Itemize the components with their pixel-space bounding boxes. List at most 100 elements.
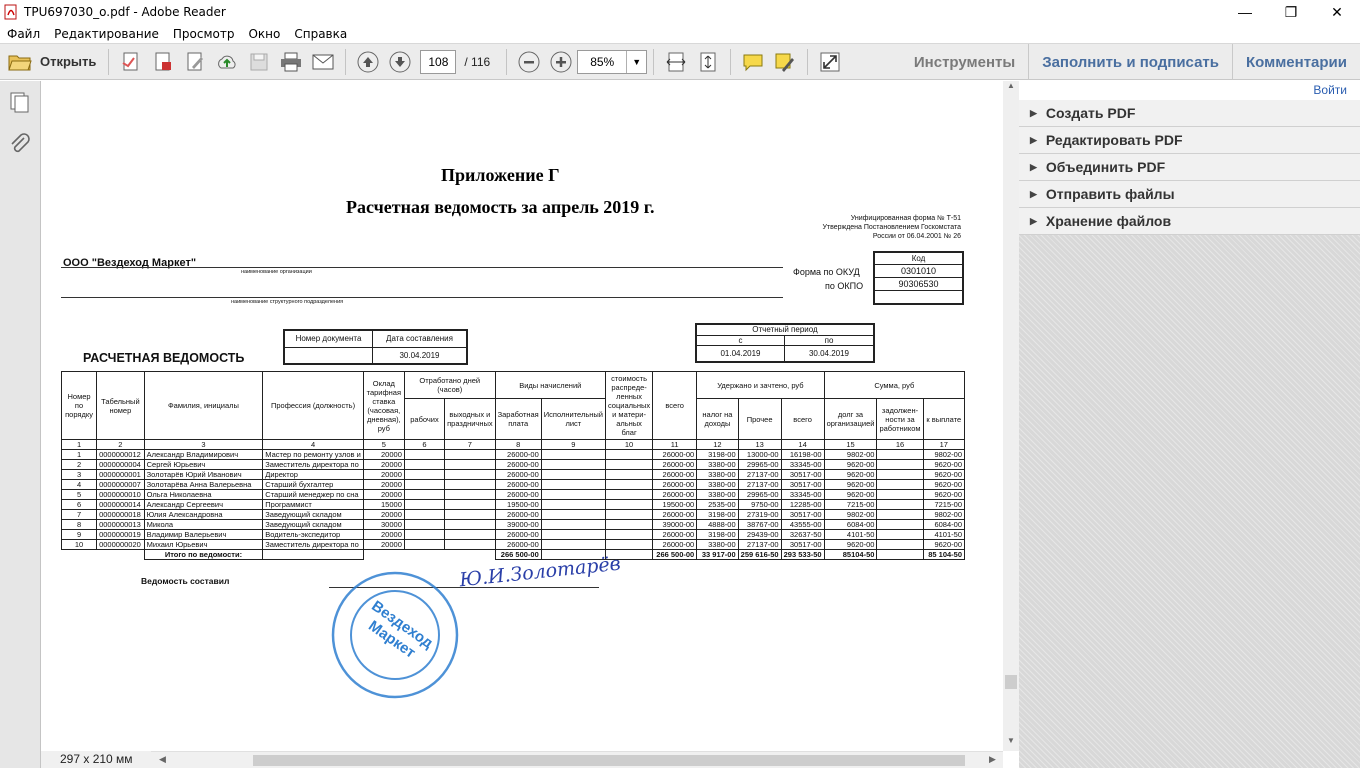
folder-icon <box>8 55 32 70</box>
export-pdf-icon[interactable] <box>148 47 178 77</box>
minimize-button[interactable]: — <box>1222 0 1268 24</box>
panel-create-pdf[interactable]: ▶ Создать PDF <box>1019 100 1360 127</box>
table-row: 8 0000000013 Микола Заведующий складом 30000… <box>60 519 966 530</box>
tools-link[interactable]: Инструменты <box>901 44 1028 80</box>
expand-triangle-icon: ▶ <box>1030 188 1037 199</box>
doc-info-box: Номер документа Дата составления 30.04.2… <box>283 329 468 365</box>
panel-combine-pdf[interactable]: ▶ Объединить PDF <box>1019 154 1360 181</box>
horizontal-scrollbar[interactable]: ◀ ▶ <box>41 751 1003 768</box>
okud-label: Форма по ОКУД <box>793 267 860 277</box>
pdf-page: Приложение Г Расчетная ведомость за апре… <box>41 81 1003 751</box>
chevron-down-icon[interactable]: ▼ <box>626 50 646 73</box>
acrobat-icon <box>4 4 17 20</box>
expand-triangle-icon: ▶ <box>1030 134 1037 145</box>
open-label: Открыть <box>40 54 97 69</box>
menu-help[interactable]: Справка <box>287 27 354 41</box>
document-viewer[interactable]: Приложение Г Расчетная ведомость за апре… <box>41 81 1019 768</box>
zoom-in-icon[interactable] <box>546 47 576 77</box>
toolbar-separator <box>653 48 655 75</box>
okud-code: 0301010 <box>875 265 962 278</box>
panel-store-files[interactable]: ▶ Хранение файлов <box>1019 208 1360 235</box>
page-number-input[interactable]: 108 <box>420 49 457 74</box>
task-links: Инструменты Заполнить и подписать Коммен… <box>901 44 1360 80</box>
fit-width-icon[interactable] <box>661 47 691 77</box>
dept-caption: наименование структурного подразделения <box>231 299 344 305</box>
okpo-label: по ОКПО <box>825 281 864 291</box>
scroll-left-icon: ◀ <box>159 754 166 764</box>
zoom-select[interactable]: 85% ▼ <box>577 49 648 74</box>
panel-send-files[interactable]: ▶ Отправить файлы <box>1019 181 1360 208</box>
toolbar: Открыть 108 / 116 85% ▼ Инструменты Запол… <box>0 43 1360 80</box>
scroll-down-icon: ▼ <box>1007 736 1015 745</box>
table-row: 1 0000000012 Александр Владимирович Мастер … <box>60 449 966 460</box>
email-icon[interactable] <box>308 47 338 77</box>
toolbar-separator <box>807 48 809 75</box>
menu-file[interactable]: Файл <box>0 27 47 41</box>
okpo-code: 90306530 <box>875 278 962 291</box>
org-caption: наименование организации <box>241 269 312 275</box>
highlight-icon[interactable] <box>770 47 800 77</box>
zoom-value: 85% <box>590 54 615 69</box>
column-numbers-row: 1 2 3 4 5 6 7 8 9 10 11 12 13 14 15 16 17 <box>60 439 966 450</box>
table-row: 6 0000000014 Александр Сергеевич Программис… <box>60 499 966 510</box>
menu-edit[interactable]: Редактирование <box>47 27 166 41</box>
document-title: Расчетная ведомость за апрель 2019 г. <box>346 197 655 217</box>
zoom-out-icon[interactable] <box>514 47 544 77</box>
hscroll-thumb <box>253 755 965 766</box>
table-row: 3 0000000001 Золотарёв Юрий Иванович Директ… <box>60 469 966 480</box>
expand-triangle-icon: ▶ <box>1030 161 1037 172</box>
totals-row: Итого по ведомости: 266 500-00 266 500-00 3… <box>61 549 966 560</box>
compiled-by-label: Ведомость составил <box>141 576 230 586</box>
scroll-thumb <box>1005 675 1017 689</box>
open-button[interactable]: Открыть <box>8 52 96 72</box>
period-box: Отчетный период с по 01.04.2019 30.04.20… <box>695 323 875 363</box>
menu-window[interactable]: Окно <box>241 27 287 41</box>
close-button[interactable]: ✕ <box>1314 0 1360 24</box>
pages-icon[interactable] <box>9 91 31 113</box>
page-up-icon[interactable] <box>353 47 383 77</box>
payroll-table: Номер по порядку Табельный номер Фамилия… <box>60 370 966 560</box>
table-row: 4 0000000007 Золотарёва Анна Валерьевна Ста… <box>60 479 966 490</box>
expand-triangle-icon: ▶ <box>1030 215 1037 226</box>
menu-bar: Файл Редактирование Просмотр Окно Справк… <box>0 24 1360 43</box>
panel-edit-pdf[interactable]: ▶ Редактировать PDF <box>1019 127 1360 154</box>
expand-triangle-icon: ▶ <box>1030 107 1037 118</box>
fill-sign-link[interactable]: Заполнить и подписать <box>1029 44 1232 80</box>
table-row: 5 0000000010 Ольга Николаевна Старший менед… <box>60 489 966 500</box>
page-total: / 116 <box>464 54 491 69</box>
table-row: 10 0000000020 Михаил Юрьевич Заместитель ди… <box>60 539 966 550</box>
company-stamp: Вездеход Маркет <box>331 571 459 699</box>
page-down-icon[interactable] <box>385 47 415 77</box>
form-note: Унифицированная форма № Т-51 Утверждена П… <box>822 215 961 240</box>
upload-icon[interactable] <box>212 47 242 77</box>
fullscreen-icon[interactable] <box>815 47 845 77</box>
window-title: TPU697030_o.pdf - Adobe Reader <box>24 5 226 19</box>
tools-pane: Войти ▶ Создать PDF ▶ Редактировать PDF ▶ О… <box>1019 81 1360 768</box>
login-link[interactable]: Войти <box>1313 83 1347 97</box>
doc-date: 30.04.2019 <box>399 351 440 360</box>
period-to: 30.04.2019 <box>808 349 850 358</box>
page-size: 297 x 210 мм <box>41 751 151 768</box>
title-bar: TPU697030_o.pdf - Adobe Reader — ❐ ✕ <box>0 0 1360 24</box>
toolbar-separator <box>730 48 732 75</box>
maximize-button[interactable]: ❐ <box>1268 0 1314 24</box>
attachment-icon[interactable] <box>9 133 31 157</box>
save-icon[interactable] <box>244 47 274 77</box>
sheet-title: РАСЧЕТНАЯ ВЕДОМОСТЬ <box>83 351 245 365</box>
toolbar-separator <box>108 48 110 75</box>
create-pdf-icon[interactable] <box>116 47 146 77</box>
print-icon[interactable] <box>276 47 306 77</box>
period-from: 01.04.2019 <box>697 346 785 361</box>
comment-icon[interactable] <box>738 47 768 77</box>
comments-link[interactable]: Комментарии <box>1233 44 1360 80</box>
fit-page-icon[interactable] <box>693 47 723 77</box>
table-row: 2 0000000004 Сергей Юрьевич Заместитель дир… <box>60 459 966 470</box>
toolbar-separator <box>345 48 347 75</box>
toolbar-separator <box>506 48 508 75</box>
edit-pdf-icon[interactable] <box>180 47 210 77</box>
table-row: 9 0000000019 Владимир Валерьевич Водитель-э… <box>60 529 966 540</box>
menu-view[interactable]: Просмотр <box>166 27 242 41</box>
scroll-right-icon: ▶ <box>989 754 996 764</box>
table-row: 7 0000000018 Юлия Александровна Заведующий … <box>60 509 966 520</box>
vertical-scrollbar[interactable]: ▲ ▼ <box>1003 81 1019 751</box>
